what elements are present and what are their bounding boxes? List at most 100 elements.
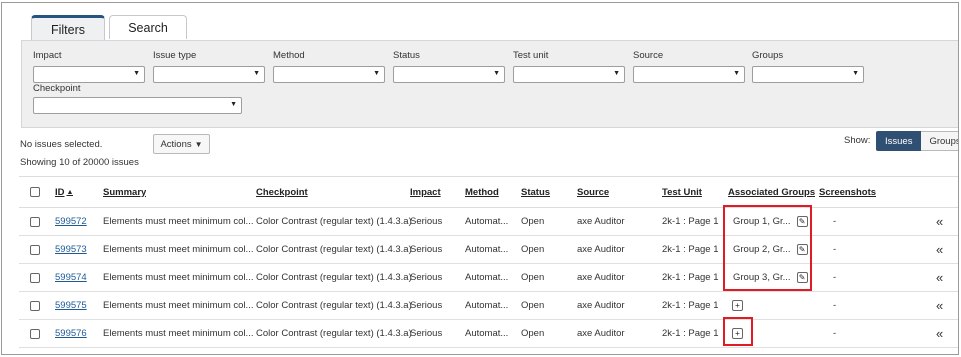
issue-id-link[interactable]: 599574 xyxy=(55,272,87,283)
source-cell: axe Auditor xyxy=(577,244,625,255)
double-chevron-left-icon[interactable]: « xyxy=(936,214,943,229)
checkpoint-cell: Color Contrast (regular text) (1.4.3.a) xyxy=(256,216,412,227)
table-row: 599575 Elements must meet minimum col...… xyxy=(19,292,958,320)
header-impact[interactable]: Impact xyxy=(410,177,441,207)
checkpoint-cell: Color Contrast (regular text) (1.4.3.a) xyxy=(256,244,412,255)
groups-text: Group 3, Gr... xyxy=(733,272,791,283)
header-checkpoint[interactable]: Checkpoint xyxy=(256,177,308,207)
checkpoint-cell: Color Contrast (regular text) (1.4.3.a) xyxy=(256,272,412,283)
groups-cell: Group 3, Gr... ✎ xyxy=(733,264,808,291)
groups-cell: Group 1, Gr... ✎ xyxy=(733,208,808,235)
row-checkbox[interactable] xyxy=(30,328,40,339)
test-unit-cell: 2k-1 : Page 1 xyxy=(662,244,719,255)
select-all-cell xyxy=(30,177,40,207)
method-cell: Automat... xyxy=(465,244,509,255)
impact-cell: Serious xyxy=(410,300,443,311)
groups-select[interactable]: ▼ xyxy=(752,66,864,83)
status-cell: Open xyxy=(521,216,545,227)
screenshots-cell: - xyxy=(833,216,837,227)
plus-icon[interactable]: + xyxy=(732,328,743,339)
summary-cell: Elements must meet minimum col... xyxy=(103,328,254,339)
issue-type-label: Issue type xyxy=(153,50,197,61)
caret-down-icon: ▼ xyxy=(373,70,380,77)
view-toggle: Issues Groups xyxy=(876,131,958,151)
impact-cell: Serious xyxy=(410,216,443,227)
screenshots-cell: - xyxy=(833,300,837,311)
impact-select[interactable]: ▼ xyxy=(33,66,145,83)
method-cell: Automat... xyxy=(465,300,509,311)
caret-down-icon: ▼ xyxy=(133,70,140,77)
pencil-icon[interactable]: ✎ xyxy=(796,272,808,283)
method-cell: Automat... xyxy=(465,272,509,283)
test-unit-cell: 2k-1 : Page 1 xyxy=(662,328,719,339)
source-cell: axe Auditor xyxy=(577,216,625,227)
groups-cell: + xyxy=(732,320,743,347)
actions-dropdown-button[interactable]: Actions ▼ xyxy=(153,134,210,154)
pencil-icon[interactable]: ✎ xyxy=(796,216,808,227)
double-chevron-left-icon[interactable]: « xyxy=(936,242,943,257)
impact-cell: Serious xyxy=(410,328,443,339)
status-cell: Open xyxy=(521,244,545,255)
table-row: 599573 Elements must meet minimum col...… xyxy=(19,236,958,264)
summary-cell: Elements must meet minimum col... xyxy=(103,272,254,283)
source-label: Source xyxy=(633,50,664,61)
row-checkbox[interactable] xyxy=(30,300,40,311)
header-screenshots[interactable]: Screenshots xyxy=(819,177,876,207)
header-id[interactable]: ID ▲ xyxy=(55,177,73,207)
caret-down-icon: ▼ xyxy=(733,70,740,77)
issue-id-link[interactable]: 599573 xyxy=(55,244,87,255)
source-cell: axe Auditor xyxy=(577,328,625,339)
header-source[interactable]: Source xyxy=(577,177,609,207)
header-test-unit[interactable]: Test Unit xyxy=(662,177,702,207)
pencil-icon[interactable]: ✎ xyxy=(796,244,808,255)
test-unit-cell: 2k-1 : Page 1 xyxy=(662,216,719,227)
view-groups-button[interactable]: Groups xyxy=(921,131,958,151)
select-all-checkbox[interactable] xyxy=(30,187,40,197)
test-unit-cell: 2k-1 : Page 1 xyxy=(662,272,719,283)
issue-type-select[interactable]: ▼ xyxy=(153,66,265,83)
issue-id-link[interactable]: 599576 xyxy=(55,328,87,339)
checkpoint-cell: Color Contrast (regular text) (1.4.3.a) xyxy=(256,300,412,311)
status-label: Status xyxy=(393,50,420,61)
method-label: Method xyxy=(273,50,305,61)
summary-cell: Elements must meet minimum col... xyxy=(103,300,254,311)
source-cell: axe Auditor xyxy=(577,272,625,283)
row-checkbox[interactable] xyxy=(30,244,40,255)
summary-cell: Elements must meet minimum col... xyxy=(103,216,254,227)
caret-down-icon: ▼ xyxy=(230,101,237,108)
header-associated-groups[interactable]: Associated Groups xyxy=(728,177,815,207)
header-summary[interactable]: Summary xyxy=(103,177,146,207)
double-chevron-left-icon[interactable]: « xyxy=(936,326,943,341)
issues-page: Filters Search Impact ▼ Issue type ▼ Met… xyxy=(1,2,959,355)
header-method[interactable]: Method xyxy=(465,177,499,207)
row-checkbox[interactable] xyxy=(30,272,40,283)
test-unit-select[interactable]: ▼ xyxy=(513,66,625,83)
tab-filters[interactable]: Filters xyxy=(31,15,105,41)
caret-down-icon: ▼ xyxy=(194,139,203,149)
checkpoint-label: Checkpoint xyxy=(33,83,81,94)
source-select[interactable]: ▼ xyxy=(633,66,745,83)
method-select[interactable]: ▼ xyxy=(273,66,385,83)
impact-label: Impact xyxy=(33,50,62,61)
tab-search[interactable]: Search xyxy=(109,15,187,39)
double-chevron-left-icon[interactable]: « xyxy=(936,298,943,313)
groups-text: Group 2, Gr... xyxy=(733,244,791,255)
issue-id-link[interactable]: 599575 xyxy=(55,300,87,311)
source-cell: axe Auditor xyxy=(577,300,625,311)
status-cell: Open xyxy=(521,300,545,311)
checkpoint-select[interactable]: ▼ xyxy=(33,97,242,114)
groups-label: Groups xyxy=(752,50,784,61)
plus-icon[interactable]: + xyxy=(732,300,743,311)
issue-id-link[interactable]: 599572 xyxy=(55,216,87,227)
status-select[interactable]: ▼ xyxy=(393,66,505,83)
summary-cell: Elements must meet minimum col... xyxy=(103,244,254,255)
header-status[interactable]: Status xyxy=(521,177,550,207)
results-count: Showing 10 of 20000 issues xyxy=(20,157,139,168)
caret-down-icon: ▼ xyxy=(852,70,859,77)
view-issues-button[interactable]: Issues xyxy=(876,131,922,151)
double-chevron-left-icon[interactable]: « xyxy=(936,270,943,285)
table-row: 599574 Elements must meet minimum col...… xyxy=(19,264,958,292)
row-checkbox[interactable] xyxy=(30,216,40,227)
table-header-row: ID ▲ Summary Checkpoint Impact Method Sta… xyxy=(19,176,958,208)
impact-cell: Serious xyxy=(410,272,443,283)
